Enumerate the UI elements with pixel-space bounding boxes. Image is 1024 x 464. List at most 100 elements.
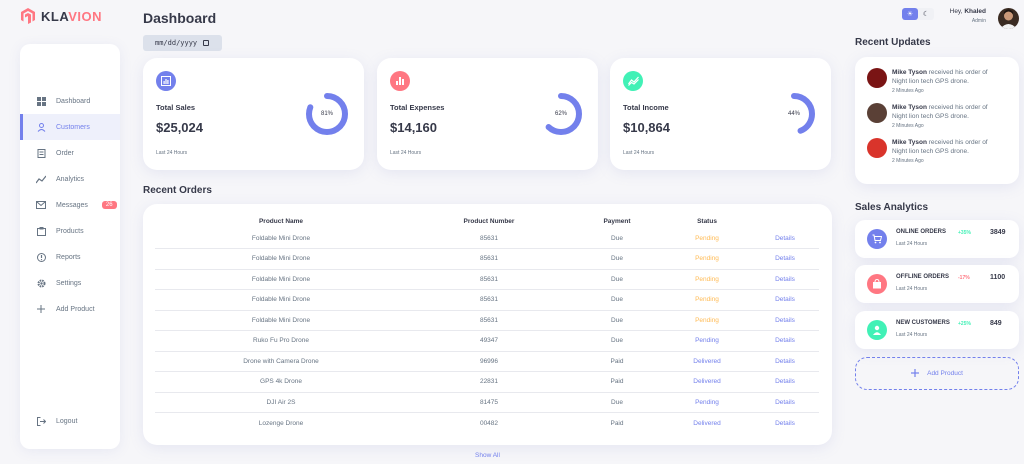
analytics-title: NEW CUSTOMERS	[896, 320, 950, 326]
payment-cell: Paid	[610, 419, 624, 427]
user-role: Admin	[971, 18, 986, 24]
light-mode-icon[interactable]: ☀	[902, 8, 918, 20]
analytics-value: 3849	[990, 229, 1006, 236]
analytics-percent: +35%	[958, 230, 971, 236]
details-link[interactable]: Details	[751, 392, 819, 413]
avatar[interactable]	[998, 8, 1019, 29]
details-link[interactable]: Details	[751, 330, 819, 352]
update-time: 2 Minutes Ago	[892, 158, 924, 164]
greeting: Hey, Khaled	[949, 8, 986, 15]
report-icon	[36, 252, 46, 262]
status-cell: Delivered	[663, 371, 751, 393]
card-value: $14,160	[390, 120, 437, 135]
product-name-cell: Lozenge Drone	[258, 419, 304, 427]
add-product-button[interactable]: Add Product	[855, 357, 1019, 390]
update-item[interactable]: Mike Tyson received his order of Night l…	[867, 103, 1002, 129]
plus-icon	[36, 304, 46, 314]
details-link[interactable]: Details	[751, 371, 819, 393]
column-header: Payment	[603, 217, 631, 225]
sidebar-item-add-product[interactable]: Add Product	[20, 296, 120, 322]
details-link[interactable]: Details	[751, 228, 819, 249]
table-row: Foldable Mini Drone 85631 Due Pending Detail…	[155, 310, 819, 331]
mail-icon	[36, 200, 46, 210]
dark-mode-icon[interactable]: ☾	[918, 8, 934, 20]
sidebar: Dashboard Customers Order Analytics Mess…	[20, 44, 120, 449]
recent-updates-panel: Mike Tyson received his order of Night l…	[855, 57, 1019, 184]
table-row: DJI Air 2S 81475 Due Pending Details	[155, 392, 819, 413]
details-link[interactable]: Details	[751, 289, 819, 311]
update-time: 2 Minutes Ago	[892, 88, 924, 94]
update-item[interactable]: Mike Tyson received his order of Night l…	[867, 138, 1002, 164]
payment-cell: Due	[571, 289, 663, 311]
new-customers-card[interactable]: NEW CUSTOMERS Last 24 Hours +25% 849	[855, 311, 1019, 349]
card-title: Total Sales	[156, 103, 196, 112]
details-link[interactable]: Details	[751, 269, 819, 290]
sidebar-item-messages[interactable]: Messages 26	[20, 192, 120, 218]
sidebar-item-label: Dashboard	[56, 97, 91, 105]
sidebar-item-products[interactable]: Products	[20, 218, 120, 244]
show-all-link[interactable]: Show All	[475, 452, 500, 459]
recent-orders-panel: Product Name Product Number Payment Stat…	[143, 204, 832, 445]
payment-cell: Due	[571, 228, 663, 249]
receipt-icon	[36, 148, 46, 158]
status-cell: Pending	[663, 330, 751, 352]
product-number-cell: 00482	[479, 419, 499, 427]
analytics-title: OFFLINE ORDERS	[896, 274, 950, 280]
product-number-cell: 22831	[407, 371, 571, 393]
details-link[interactable]: Details	[751, 351, 819, 372]
table-row: Foldable Mini Drone 85631 Due Pending Detail…	[155, 248, 819, 270]
sidebar-item-customers[interactable]: Customers	[20, 114, 120, 140]
theme-toggle[interactable]: ☀ ☾	[902, 8, 934, 20]
sidebar-item-reports[interactable]: Reports	[20, 244, 120, 270]
person-icon	[36, 122, 46, 132]
recent-updates-title: Recent Updates	[855, 37, 931, 48]
offline-orders-card[interactable]: OFFLINE ORDERS Last 24 Hours -17% 1100	[855, 265, 1019, 303]
product-name-cell: Foldable Mini Drone	[155, 228, 407, 249]
update-item[interactable]: Mike Tyson received his order of Night l…	[867, 68, 1002, 94]
sidebar-item-analytics[interactable]: Analytics	[20, 166, 120, 192]
brand-name: KLAVION	[41, 8, 103, 24]
online-orders-card[interactable]: ONLINE ORDERS Last 24 Hours +35% 3849	[855, 220, 1019, 258]
brand[interactable]: KLAVION	[21, 8, 102, 24]
table-row: Foldable Mini Drone 85631 Due Pending Detail…	[155, 269, 819, 290]
analytics-percent: -17%	[958, 275, 970, 281]
analytics-subtitle: Last 24 Hours	[896, 332, 928, 338]
analytics-title: ONLINE ORDERS	[896, 229, 947, 235]
table-row: GPS 4k Drone 22831 Paid Delivered Details	[155, 371, 819, 393]
page-title: Dashboard	[143, 10, 217, 26]
card-title: Total Expenses	[390, 103, 445, 112]
table-header-row: Product Name Product Number Payment Stat…	[155, 214, 819, 228]
column-header	[751, 214, 819, 228]
insights-icon	[36, 174, 46, 184]
details-link[interactable]: Details	[751, 310, 819, 331]
orders-table: Product Name Product Number Payment Stat…	[155, 214, 819, 433]
card-footer: Last 24 Hours	[390, 150, 422, 156]
column-header: Product Number	[463, 217, 515, 225]
progress-percent: 81%	[320, 111, 333, 117]
payment-cell: Paid	[571, 351, 663, 372]
grid-icon	[36, 96, 46, 106]
update-time: 2 Minutes Ago	[892, 123, 924, 129]
product-number-cell: 81475	[407, 392, 571, 413]
update-avatar	[867, 103, 887, 123]
calendar-icon[interactable]	[203, 40, 210, 46]
logout-button[interactable]: Logout	[20, 408, 120, 434]
details-link[interactable]: Details	[751, 413, 819, 434]
details-link[interactable]: Details	[751, 248, 819, 270]
status-cell: Pending	[663, 310, 751, 331]
plus-icon	[911, 368, 920, 379]
sidebar-item-settings[interactable]: Settings	[20, 270, 120, 296]
product-number-cell: 49347	[407, 330, 571, 352]
payment-cell: Due	[571, 392, 663, 413]
analytics-percent: +25%	[958, 321, 971, 327]
date-input[interactable]: mm/dd/yyyy	[143, 35, 222, 51]
sidebar-item-order[interactable]: Order	[20, 140, 120, 166]
sidebar-item-dashboard[interactable]: Dashboard	[20, 88, 120, 114]
sidebar-item-label: Order	[56, 149, 74, 157]
analytics-value: 1100	[990, 274, 1006, 281]
table-row: Foldable Mini Drone 85631 Due Pending Detail…	[155, 289, 819, 311]
product-number-cell: 85631	[407, 310, 571, 331]
card-value: $25,024	[156, 120, 203, 135]
stacked-line-chart-icon	[623, 71, 643, 91]
column-header: Product Name	[258, 217, 304, 225]
